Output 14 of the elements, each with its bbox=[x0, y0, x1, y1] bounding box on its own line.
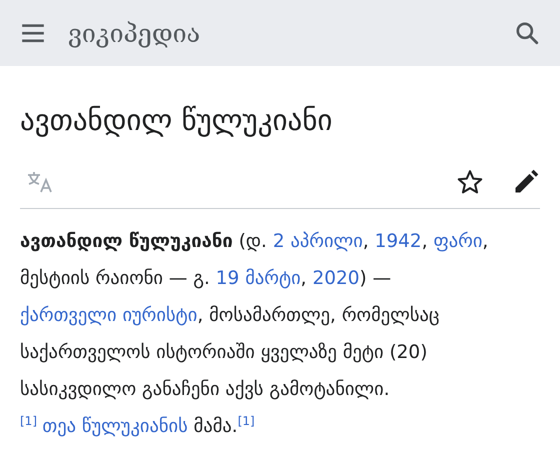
article-link[interactable]: თეა წულუკიანის bbox=[42, 416, 188, 437]
article-link[interactable]: 1942 bbox=[374, 231, 422, 252]
article-link[interactable]: 19 მარტი bbox=[216, 268, 301, 289]
reference-link[interactable]: [1] bbox=[20, 414, 37, 428]
article-link[interactable]: 2 აპრილი bbox=[272, 231, 363, 252]
article-paragraph: ავთანდილ წულუკიანი (დ. 2 აპრილი, 1942, ფარი, მესტიის რაიონი — გ. 19 მარტი, 2020) — ქართველი იურისტი, მოსამართლე, რომელსაც საქართველოს ისტორიაში ყველაზე მეტი (20) სასიკვდილო განაჩენი აქვს გამოტანილი. $^{[1]}$ თეა წულუკიანის მამა.$^{[1]}$ bbox=[20, 230, 490, 439]
article-link[interactable]: ქართველი იურისტი bbox=[20, 305, 198, 326]
star-icon[interactable] bbox=[456, 168, 484, 196]
reference-link[interactable]: [1] bbox=[238, 414, 255, 428]
page-title: ავთანდილ წულუკიანი bbox=[20, 102, 334, 139]
article-link[interactable]: ფარი bbox=[433, 231, 482, 252]
search-icon[interactable] bbox=[514, 20, 540, 46]
article-link[interactable]: 2020 bbox=[312, 268, 360, 289]
site-name[interactable]: ვიკიპედია bbox=[68, 18, 200, 48]
